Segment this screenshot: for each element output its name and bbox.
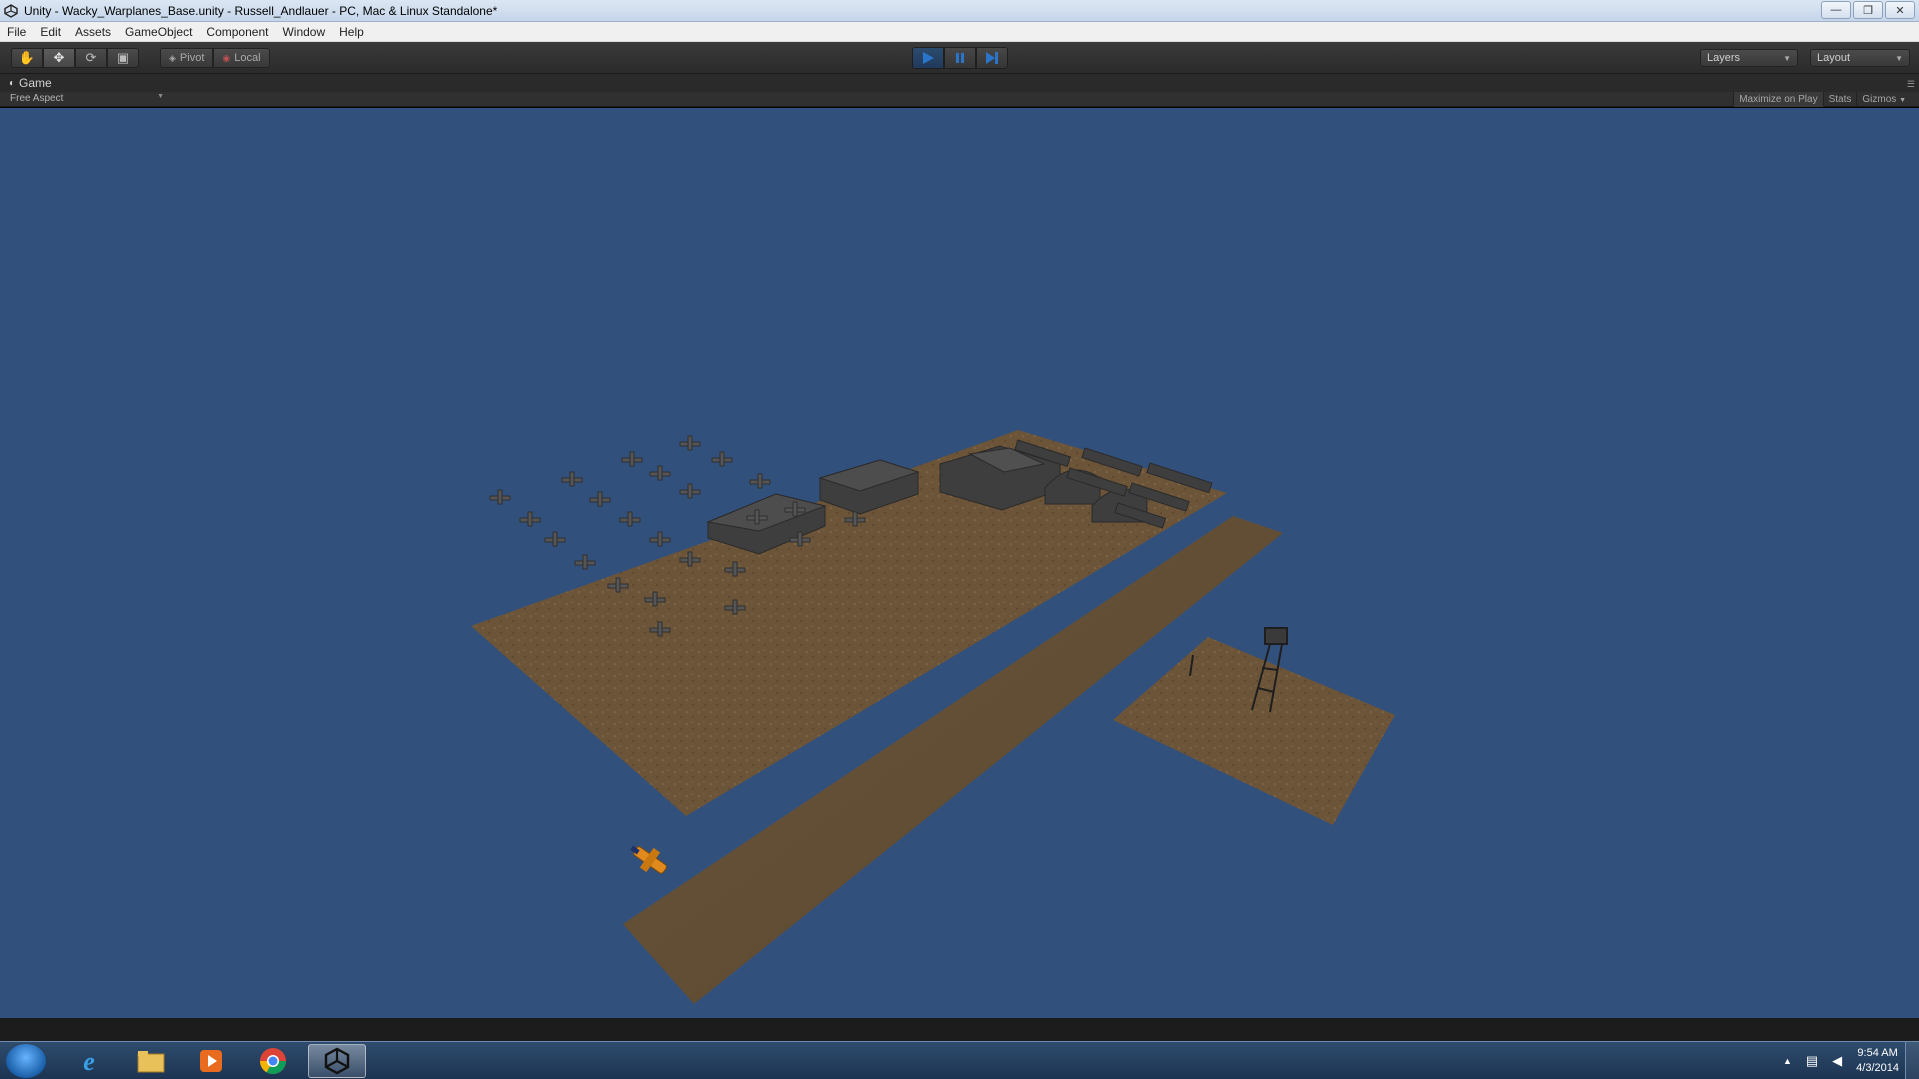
aspect-label: Free Aspect [10, 93, 64, 104]
layers-dropdown[interactable]: Layers ▼ [1700, 49, 1798, 67]
gizmos-dropdown[interactable]: Gizmos ▼ [1856, 92, 1911, 107]
window-titlebar: Unity - Wacky_Warplanes_Base.unity - Rus… [0, 0, 1919, 22]
step-icon[interactable] [976, 47, 1008, 69]
start-orb-icon[interactable] [6, 1044, 46, 1078]
file-explorer-icon[interactable] [124, 1044, 178, 1078]
move-icon[interactable]: ✥ [43, 48, 75, 68]
transform-tools: ✋ ✥ ⟳ ▣ [11, 48, 139, 68]
volume-icon[interactable]: ◀ [1832, 1053, 1842, 1069]
local-label: Local [234, 52, 261, 64]
menu-window[interactable]: Window [275, 22, 332, 42]
minimize-icon[interactable]: — [1821, 1, 1851, 19]
clock-date: 4/3/2014 [1856, 1062, 1899, 1074]
system-tray: ▲ ▤ ◀ 9:54 AM 4/3/2014 [1783, 1042, 1899, 1079]
layers-label: Layers [1707, 52, 1741, 64]
tray-expand-icon[interactable]: ▲ [1783, 1056, 1792, 1066]
local-button[interactable]: ◉ Local [213, 48, 270, 68]
media-player-icon[interactable] [184, 1044, 238, 1078]
menu-gameobject[interactable]: GameObject [118, 22, 199, 42]
pause-icon[interactable] [944, 47, 976, 69]
aspect-dropdown[interactable]: Free Aspect ▼ [10, 93, 164, 104]
game-options-bar: Free Aspect ▼ Maximize on Play Stats Giz… [0, 92, 1919, 107]
gizmos-label: Gizmos [1862, 94, 1897, 105]
panel-menu-icon[interactable]: ☰ [1907, 79, 1915, 90]
restore-icon[interactable]: ❐ [1853, 1, 1883, 19]
tab-game[interactable]: ◐ Game [0, 76, 52, 90]
menu-assets[interactable]: Assets [68, 22, 118, 42]
main-toolbar: ✋ ✥ ⟳ ▣ ◈ Pivot ◉ Local Layers ▼ Layout … [0, 42, 1919, 74]
layout-label: Layout [1817, 52, 1851, 64]
local-icon: ◉ [222, 52, 231, 63]
clock-time: 9:54 AM [1857, 1047, 1898, 1059]
hand-icon[interactable]: ✋ [11, 48, 43, 68]
unity-icon[interactable] [308, 1044, 366, 1078]
maximize-on-play-toggle[interactable]: Maximize on Play [1733, 92, 1823, 107]
internet-explorer-icon[interactable]: e [62, 1044, 116, 1078]
pivot-button[interactable]: ◈ Pivot [160, 48, 214, 68]
game-controller-icon: ◐ [9, 77, 16, 89]
layout-dropdown[interactable]: Layout ▼ [1810, 49, 1910, 67]
window-title: Unity - Wacky_Warplanes_Base.unity - Rus… [24, 3, 498, 18]
player-plane [630, 845, 667, 874]
svg-text:e: e [83, 1047, 95, 1076]
playback-controls [912, 47, 1008, 69]
game-tab-label: Game [19, 76, 52, 90]
chevron-down-icon: ▼ [1899, 97, 1906, 104]
menu-component[interactable]: Component [199, 22, 275, 42]
chevron-down-icon: ▼ [157, 93, 164, 100]
tower-pad [1113, 637, 1395, 825]
pivot-icon: ◈ [169, 52, 176, 63]
game-tab-bar: ◐ Game ☰ [0, 74, 1919, 92]
network-icon[interactable]: ▤ [1806, 1053, 1818, 1069]
chevron-down-icon: ▼ [1783, 53, 1791, 63]
menu-bar: File Edit Assets GameObject Component Wi… [0, 22, 1919, 42]
chrome-icon[interactable] [246, 1044, 300, 1078]
stats-toggle[interactable]: Stats [1822, 92, 1857, 107]
pivot-toggles: ◈ Pivot ◉ Local [160, 48, 270, 68]
game-viewport[interactable] [0, 108, 1919, 1018]
menu-file[interactable]: File [0, 22, 33, 42]
unity-app-icon [4, 3, 18, 18]
menu-edit[interactable]: Edit [33, 22, 68, 42]
rotate-icon[interactable]: ⟳ [75, 48, 107, 68]
play-icon[interactable] [912, 47, 944, 69]
pivot-label: Pivot [179, 52, 205, 64]
show-desktop-button[interactable] [1905, 1042, 1919, 1079]
taskbar-clock[interactable]: 9:54 AM 4/3/2014 [1856, 1046, 1899, 1076]
menu-help[interactable]: Help [332, 22, 371, 42]
windows-taskbar: e ▲ ▤ ◀ 9:54 AM 4/3/2014 [0, 1041, 1919, 1079]
chevron-down-icon: ▼ [1895, 53, 1903, 63]
editor-status-strip [0, 1018, 1919, 1041]
scene-render [471, 430, 1395, 1004]
close-icon[interactable]: ✕ [1885, 1, 1915, 19]
scale-icon[interactable]: ▣ [107, 48, 139, 68]
